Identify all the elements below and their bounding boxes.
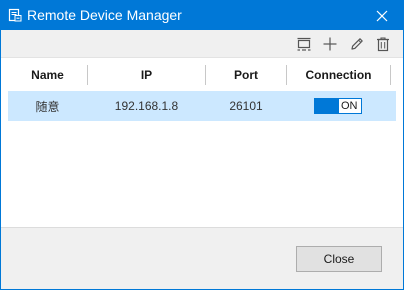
remote-device-manager-window: Remote Device Manager Name IP Port Conne… <box>0 0 404 290</box>
plus-icon[interactable] <box>320 34 340 54</box>
layout-icon[interactable] <box>294 34 314 54</box>
connection-toggle-label: ON <box>341 100 358 112</box>
device-manager-app-icon <box>8 8 22 22</box>
table-row[interactable]: 随意 192.168.1.8 26101 ON <box>8 91 396 121</box>
close-button[interactable]: Close <box>296 246 382 272</box>
column-header-connection[interactable]: Connection <box>287 61 390 88</box>
column-header-name[interactable]: Name <box>8 61 87 88</box>
device-port-cell: 26101 <box>229 99 263 113</box>
trash-icon[interactable] <box>373 34 393 54</box>
close-icon[interactable] <box>361 1 403 30</box>
device-ip-cell: 192.168.1.8 <box>114 99 179 113</box>
connection-toggle[interactable]: ON <box>314 98 362 114</box>
column-header-ip[interactable]: IP <box>88 61 205 88</box>
toolbar <box>1 30 403 57</box>
column-divider[interactable] <box>390 65 391 85</box>
table-header: Name IP Port Connection <box>8 61 396 88</box>
device-table: Name IP Port Connection 随意 192.168.1.8 2… <box>1 57 403 227</box>
column-header-port[interactable]: Port <box>206 61 286 88</box>
pencil-icon[interactable] <box>347 34 367 54</box>
dialog-footer: Close <box>1 227 403 289</box>
toggle-fill <box>315 99 339 113</box>
window-title: Remote Device Manager <box>27 7 182 23</box>
title-bar[interactable]: Remote Device Manager <box>1 1 403 30</box>
device-name-cell: 随意 <box>35 99 60 114</box>
